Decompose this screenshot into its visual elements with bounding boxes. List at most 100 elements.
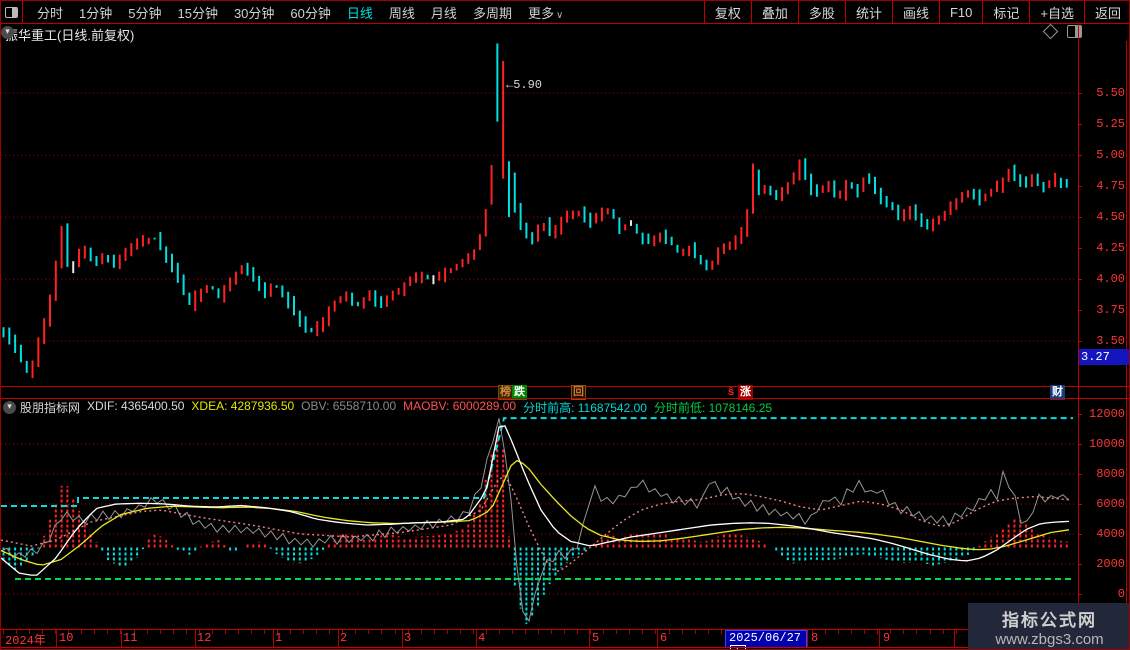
price-axis-label: 3.50 (1096, 334, 1125, 349)
toolbar-button-2[interactable]: 叠加 (750, 1, 798, 23)
price-axis-label: 4.25 (1096, 241, 1125, 256)
price-axis-label: 4.75 (1096, 179, 1125, 194)
date-label: 8 (811, 631, 819, 645)
month-separator (56, 630, 57, 647)
month-separator (476, 630, 477, 647)
axis-border (1078, 24, 1079, 647)
period-tab-6[interactable]: 60分钟 (282, 3, 338, 22)
indicator-field: MAOBV: 6000289.00 (403, 399, 517, 413)
axis-tick (1078, 414, 1082, 415)
indicator-axis-label: 2000 (1096, 557, 1125, 571)
period-tab-2[interactable]: 1分钟 (71, 3, 120, 22)
period-tab-3[interactable]: 5分钟 (120, 3, 169, 22)
toolbar-button-6[interactable]: F10 (938, 1, 982, 23)
period-nav: 分时 1分钟 5分钟 15分钟 30分钟 60分钟 日线 周线 月线 多周期 更多 ∨ (23, 1, 571, 23)
date-label: 12 (197, 631, 212, 645)
period-tab-7[interactable]: 日线 (339, 3, 381, 22)
month-separator (195, 630, 196, 647)
month-separator (273, 630, 274, 647)
week-tick (590, 630, 591, 634)
date-label: 11 (123, 631, 138, 645)
candlestick-chart[interactable]: ←5.90←3.23 (1, 41, 1075, 387)
price-axis-label: 4.50 (1096, 210, 1125, 225)
price-axis-label: 5.00 (1096, 148, 1125, 163)
axis-tick (1078, 444, 1082, 445)
week-tick (916, 630, 917, 634)
week-tick (682, 630, 683, 634)
date-label: 2 (340, 631, 348, 645)
week-tick (81, 630, 82, 634)
week-tick (368, 630, 369, 634)
period-tab-8[interactable]: 周线 (381, 3, 423, 22)
week-tick (838, 630, 839, 634)
app-window: 分时 1分钟 5分钟 15分钟 30分钟 60分钟 日线 周线 月线 多周期 更多 ∨ 复权 叠加 多股统… (0, 0, 1130, 650)
chevron-circle-icon[interactable]: ▾ (1, 26, 14, 39)
toolbar-right-group: 复权 叠加 多股 统计 画线 F10 标记 +自选 返回 (703, 1, 1129, 23)
toolbar-button-7[interactable]: 标记 (982, 1, 1029, 23)
current-date-box: 2025/06/27五 (725, 630, 807, 649)
indicator-axis-label: 8000 (1096, 467, 1125, 481)
period-tab-5[interactable]: 30分钟 (226, 3, 282, 22)
indicator-chart[interactable] (1, 416, 1075, 629)
date-label: 3 (404, 631, 412, 645)
toolbar-button-4[interactable]: 统计 (844, 1, 892, 23)
toolbar-button-5[interactable]: 画线 (891, 1, 939, 23)
date-label: 9 (883, 631, 891, 645)
axis-tick (1078, 217, 1082, 219)
indicator-header: ▾ 股朋指标网 XDIF: 4365400.50 XDEA: 4287936.50… (1, 399, 1075, 415)
indicator-axis-label: 0 (1117, 587, 1125, 601)
week-tick (499, 630, 500, 634)
axis-tick (1078, 279, 1082, 281)
watermark-url: www.zbgs3.com (995, 631, 1104, 648)
month-separator (589, 630, 590, 647)
period-tab-4[interactable]: 15分钟 (169, 3, 225, 22)
indicator-values: XDIF: 4365400.50 XDEA: 4287936.50 OBV: 655… (87, 399, 779, 415)
week-tick (851, 630, 852, 634)
axis-border-outer (1126, 41, 1127, 647)
period-tab-10[interactable]: 多周期 (465, 3, 520, 22)
period-tab-9[interactable]: 月线 (423, 3, 465, 22)
week-tick (577, 630, 578, 634)
divider (1, 647, 1129, 648)
toolbar-button-8[interactable]: +自选 (1029, 1, 1084, 23)
week-tick (186, 630, 187, 634)
period-tab-11[interactable]: 更多 ∨ (520, 3, 571, 22)
date-label: 4 (478, 631, 486, 645)
axis-tick (1078, 186, 1082, 188)
date-label: 2024年 (5, 634, 46, 648)
week-tick (316, 630, 317, 634)
toolbar-button-9[interactable]: 返回 (1083, 1, 1129, 23)
week-tick (473, 630, 474, 634)
date-label: 1 (275, 631, 283, 645)
window-layout-button[interactable] (1, 1, 23, 23)
week-tick (329, 630, 330, 634)
axis-tick (1078, 474, 1082, 475)
week-tick (3, 630, 4, 634)
period-tab-1[interactable]: 分时 (29, 3, 71, 22)
week-tick (160, 630, 161, 634)
price-axis-label: 4.00 (1096, 272, 1125, 287)
chevron-circle-icon[interactable]: ▾ (3, 400, 16, 414)
indicator-name[interactable]: 股朋指标网 (20, 399, 80, 415)
diamond-icon[interactable] (1042, 23, 1059, 40)
indicator-field: XDIF: 4365400.50 (87, 399, 185, 413)
price-axis-label: 5.25 (1096, 117, 1125, 132)
toolbar-button-3[interactable]: 多股 (797, 1, 845, 23)
axis-tick (1078, 341, 1082, 343)
window-split-icon[interactable] (1067, 25, 1082, 38)
month-separator (657, 630, 658, 647)
week-tick (421, 630, 422, 634)
svg-text:←5.90: ←5.90 (506, 78, 542, 92)
month-separator (402, 630, 403, 647)
toolbar-button-1[interactable]: 复权 (703, 1, 751, 23)
week-tick (903, 630, 904, 634)
week-tick (708, 630, 709, 634)
week-tick (434, 630, 435, 634)
week-tick (930, 630, 931, 634)
week-tick (642, 630, 643, 634)
week-tick (721, 630, 722, 634)
week-tick (512, 630, 513, 634)
week-tick (616, 630, 617, 634)
axis-tick (1078, 155, 1082, 157)
week-tick (303, 630, 304, 634)
